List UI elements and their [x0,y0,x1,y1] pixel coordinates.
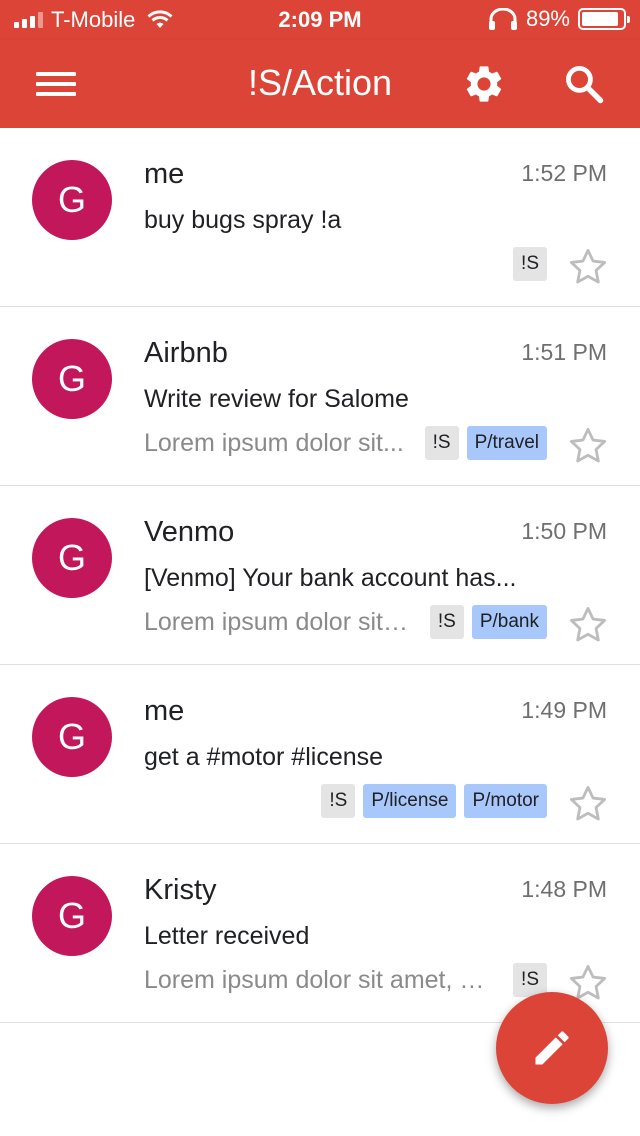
app-title: !S/Action [247,62,393,103]
label-chip[interactable]: !S [513,247,547,281]
message-sender: Airbnb [144,337,228,369]
app-bar: !S/Action [0,40,640,128]
label-chip[interactable]: P/bank [471,605,547,639]
message-meta: Lorem ipsum dolor sit amet, co... !S [144,961,547,999]
label-chip[interactable]: !S [429,605,464,639]
message-time: 1:48 PM [521,876,607,902]
battery-icon [578,8,630,30]
label-chip[interactable]: !S [321,784,356,818]
battery-fill [582,12,618,26]
message-snippet: Lorem ipsum dolor sit amet, co... [144,965,496,994]
star-icon[interactable] [567,604,609,646]
label-chip[interactable]: P/travel [466,426,547,460]
avatar: G [32,876,112,956]
message-list: Gme 1:52 PM buy bugs spray !a !S G Airbnb 1:51… [0,128,640,1023]
status-right: 89% [488,6,630,32]
message-snippet: Lorem ipsum dolor sit a... [144,607,412,636]
label-chip[interactable]: !S [424,426,459,460]
message-subject: Write review for Salome [144,385,409,413]
message-time: 1:50 PM [521,518,607,544]
message-sender: Kristy [144,874,217,906]
message-time: 1:52 PM [521,160,607,186]
label-chip[interactable]: P/license [363,784,457,818]
message-time: 1:51 PM [521,339,607,365]
message-meta: Lorem ipsum dolor sit... !S P/travel [144,424,547,462]
message-subject: buy bugs spray !a [144,206,342,234]
battery-percent: 89% [525,6,570,31]
message-sender: me [144,695,185,727]
avatar: G [32,518,112,598]
compose-button[interactable] [496,992,608,1104]
message-row[interactable]: Gme 1:49 PM get a #motor #license !S P/licen… [0,665,640,844]
message-meta: !S [144,245,547,283]
message-subject: get a #motor #license [144,743,384,771]
star-icon[interactable] [567,425,609,467]
message-row[interactable]: Gme 1:52 PM buy bugs spray !a !S [0,128,640,307]
label-chip[interactable]: P/motor [464,784,547,818]
message-time: 1:49 PM [521,697,607,723]
pencil-compose-icon [535,1031,569,1065]
star-icon[interactable] [567,246,609,288]
message-sender: Venmo [144,516,235,548]
message-row[interactable]: G Venmo 1:50 PM [Venmo] Your bank account h… [0,486,640,665]
avatar: G [32,339,112,419]
message-row[interactable]: G Airbnb 1:51 PM Write review for Salome Lor… [0,307,640,486]
message-sender: me [144,158,185,190]
avatar: G [32,160,112,240]
message-subject: [Venmo] Your bank account has... [144,564,517,592]
search-icon[interactable] [562,62,606,106]
message-snippet: Lorem ipsum dolor sit... [144,428,404,457]
message-meta: Lorem ipsum dolor sit a... !S P/bank [144,603,547,641]
headphones-icon [488,8,517,30]
avatar: G [32,697,112,777]
message-subject: Letter received [144,922,310,950]
settings-gear-icon[interactable] [462,62,506,106]
message-meta: !S P/license P/motor [144,782,547,820]
status-bar: T-Mobile 2:09 PM 89% [0,0,640,40]
star-icon[interactable] [567,783,609,825]
